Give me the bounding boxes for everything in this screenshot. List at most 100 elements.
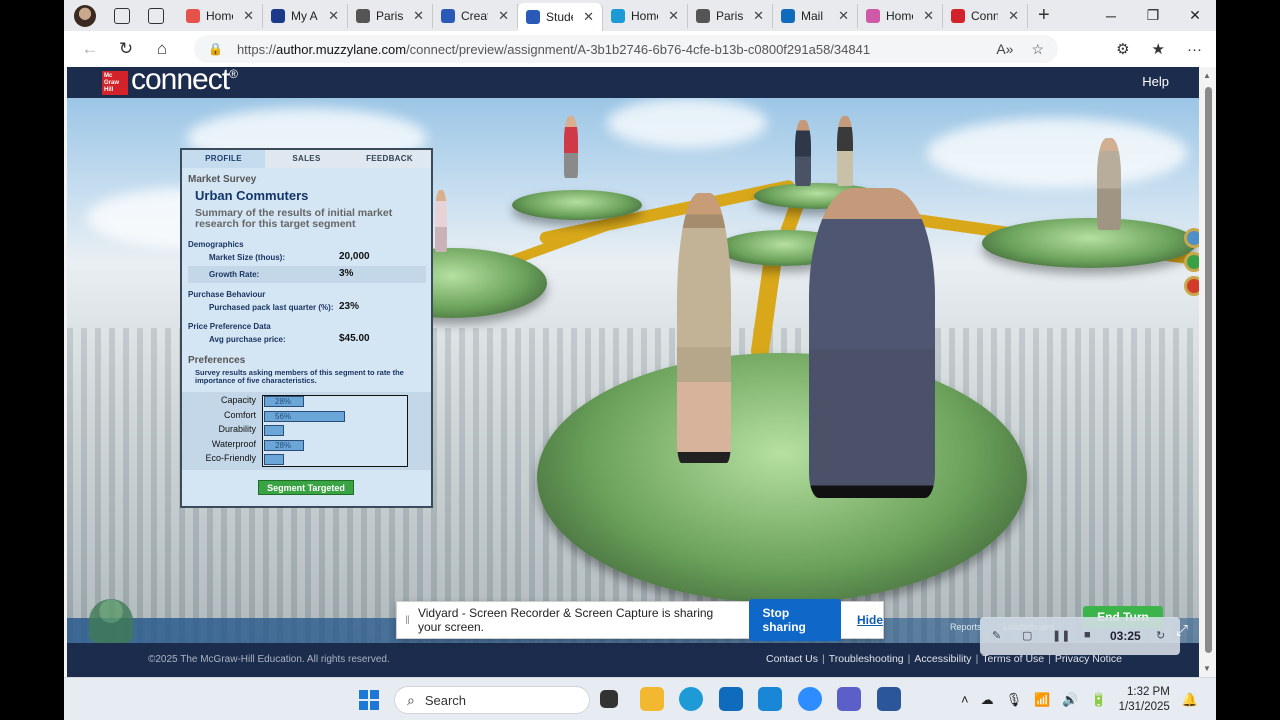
- tab-strip: Home✕My Ap✕Paris /✕Create✕Stude✕Home✕Par…: [64, 0, 1216, 31]
- clock-date: 1/31/2025: [1118, 700, 1170, 713]
- page-scrollbar[interactable]: ▲ ▼: [1201, 67, 1216, 677]
- footer-link[interactable]: Accessibility: [914, 653, 971, 665]
- clock-time: 1:32 PM: [1126, 685, 1170, 698]
- browser-tab[interactable]: Conne ✕: [943, 3, 1028, 28]
- browser-tab[interactable]: Paris / ✕: [348, 3, 433, 28]
- extensions-icon[interactable]: ⚙: [1116, 40, 1129, 58]
- section-label: Market Survey: [188, 174, 257, 185]
- browser-tab[interactable]: Mail ✕: [773, 3, 858, 28]
- footer-link[interactable]: Troubleshooting: [829, 653, 904, 665]
- back-icon[interactable]: ←: [72, 39, 108, 59]
- edge-browser-icon[interactable]: [679, 687, 703, 711]
- segment-platform[interactable]: [982, 218, 1197, 268]
- tab-close-icon[interactable]: ✕: [753, 8, 764, 24]
- browser-tab[interactable]: Home ✕: [858, 3, 943, 28]
- tab-actions-icon[interactable]: [148, 7, 164, 24]
- more-menu-icon[interactable]: ···: [1187, 41, 1202, 58]
- teams-icon[interactable]: [837, 687, 861, 711]
- selected-segment-platform[interactable]: [537, 353, 1027, 603]
- profile-avatar[interactable]: [74, 4, 96, 27]
- url-field[interactable]: 🔒 https://author.muzzylane.com/connect/p…: [194, 35, 1058, 63]
- taskbar-search[interactable]: ⌕ Search: [394, 686, 590, 714]
- file-explorer-icon[interactable]: [640, 687, 664, 711]
- tab-favicon-icon: [696, 8, 710, 23]
- preference-label: Waterproof: [211, 438, 256, 449]
- purchased-row: Purchased pack last quarter (%): 23%: [188, 299, 426, 316]
- home-icon[interactable]: ⌂: [144, 39, 180, 59]
- tab-close-icon[interactable]: ✕: [328, 8, 339, 24]
- volume-icon[interactable]: 🔊: [1062, 692, 1078, 708]
- tab-sales[interactable]: SALES: [265, 150, 348, 168]
- tab-close-icon[interactable]: ✕: [1008, 8, 1019, 24]
- browser-tab[interactable]: Home ✕: [178, 3, 263, 28]
- browser-tab[interactable]: My Ap ✕: [263, 3, 348, 28]
- onedrive-icon[interactable]: ☁: [981, 692, 994, 708]
- segment-profile-panel: PROFILE SALES FEEDBACK Market Survey Urb…: [180, 148, 433, 508]
- zoom-icon[interactable]: [798, 687, 822, 711]
- lock-icon[interactable]: 🔒: [208, 42, 223, 56]
- minimize-button[interactable]: ─: [1090, 0, 1132, 31]
- footer-separator: |: [1048, 653, 1051, 665]
- tab-label: Stude: [546, 10, 573, 24]
- favorite-star-icon[interactable]: ☆: [1031, 41, 1044, 58]
- segment-targeted-button[interactable]: Segment Targeted: [258, 480, 354, 495]
- advisor-avatar[interactable]: [89, 599, 133, 643]
- segment-platform[interactable]: [512, 190, 642, 220]
- outlook-icon[interactable]: [719, 687, 743, 711]
- preference-label: Capacity: [220, 395, 256, 405]
- tab-close-icon[interactable]: ✕: [923, 8, 934, 24]
- tab-close-icon[interactable]: ✕: [583, 9, 594, 25]
- footer-link[interactable]: Privacy Notice: [1055, 653, 1122, 665]
- tray-overflow-icon[interactable]: ˄: [961, 692, 969, 707]
- url-prefix: https://: [236, 41, 276, 57]
- workspaces-icon[interactable]: [114, 7, 130, 24]
- tab-close-icon[interactable]: ✕: [668, 8, 679, 24]
- wifi-icon[interactable]: 📶: [1034, 692, 1050, 708]
- preference-bar: [264, 425, 285, 436]
- footer-link[interactable]: Contact Us: [766, 653, 818, 665]
- favorites-icon[interactable]: ★: [1152, 40, 1165, 58]
- tab-close-icon[interactable]: ✕: [413, 8, 424, 24]
- tab-close-icon[interactable]: ✕: [243, 8, 254, 24]
- word-icon[interactable]: [877, 687, 901, 711]
- tab-feedback[interactable]: FEEDBACK: [348, 150, 431, 168]
- preferences-chart-frame: 28% 56% 28%: [262, 395, 408, 467]
- scrollbar-thumb[interactable]: [1205, 87, 1212, 653]
- market-size-row: Market Size (thous): 20,000: [188, 249, 426, 266]
- tab-profile[interactable]: PROFILE: [182, 150, 265, 168]
- search-icon: ⌕: [407, 691, 415, 708]
- tab-label: Create: [461, 8, 488, 23]
- task-view-icon[interactable]: [600, 690, 618, 708]
- demographics-heading: Demographics: [188, 240, 244, 249]
- battery-icon[interactable]: 🔋: [1090, 692, 1106, 708]
- windows-start-icon[interactable]: [359, 690, 379, 710]
- tab-label: My Ap: [291, 8, 318, 23]
- tab-close-icon[interactable]: ✕: [838, 8, 849, 24]
- restore-button[interactable]: ❐: [1132, 0, 1174, 31]
- preference-bar: [264, 454, 285, 465]
- growth-rate-value: 3%: [339, 268, 354, 279]
- refresh-icon[interactable]: ↻: [108, 39, 144, 59]
- search-placeholder: Search: [424, 692, 467, 708]
- price-heading: Price Preference Data: [188, 322, 271, 331]
- growth-rate-label: Growth Rate:: [209, 270, 260, 279]
- new-tab-button[interactable]: +: [1038, 4, 1050, 27]
- read-aloud-icon[interactable]: A»: [996, 41, 1013, 58]
- clock[interactable]: 1:32 PM 1/31/2025: [1119, 685, 1170, 715]
- outlook-new-icon[interactable]: [758, 687, 782, 711]
- browser-tab[interactable]: Create ✕: [433, 3, 518, 28]
- segment-navigator[interactable]: [1184, 228, 1199, 318]
- browser-tab[interactable]: Stude ✕: [518, 3, 603, 31]
- market-size-value: 20,000: [339, 251, 370, 262]
- tab-favicon-icon: [611, 8, 625, 23]
- microphone-icon[interactable]: 🎙: [1006, 692, 1023, 708]
- notification-bell-icon[interactable]: 🔔: [1182, 692, 1198, 708]
- tab-close-icon[interactable]: ✕: [498, 8, 509, 24]
- preference-bar: 56%: [264, 410, 345, 422]
- tab-favicon-icon: [356, 8, 370, 23]
- footer-link[interactable]: Terms of Use: [982, 653, 1044, 665]
- help-link[interactable]: Help: [1142, 74, 1169, 89]
- browser-tab[interactable]: Home ✕: [603, 3, 688, 28]
- close-window-button[interactable]: ✕: [1174, 0, 1216, 31]
- browser-tab[interactable]: Paris / ✕: [688, 3, 773, 28]
